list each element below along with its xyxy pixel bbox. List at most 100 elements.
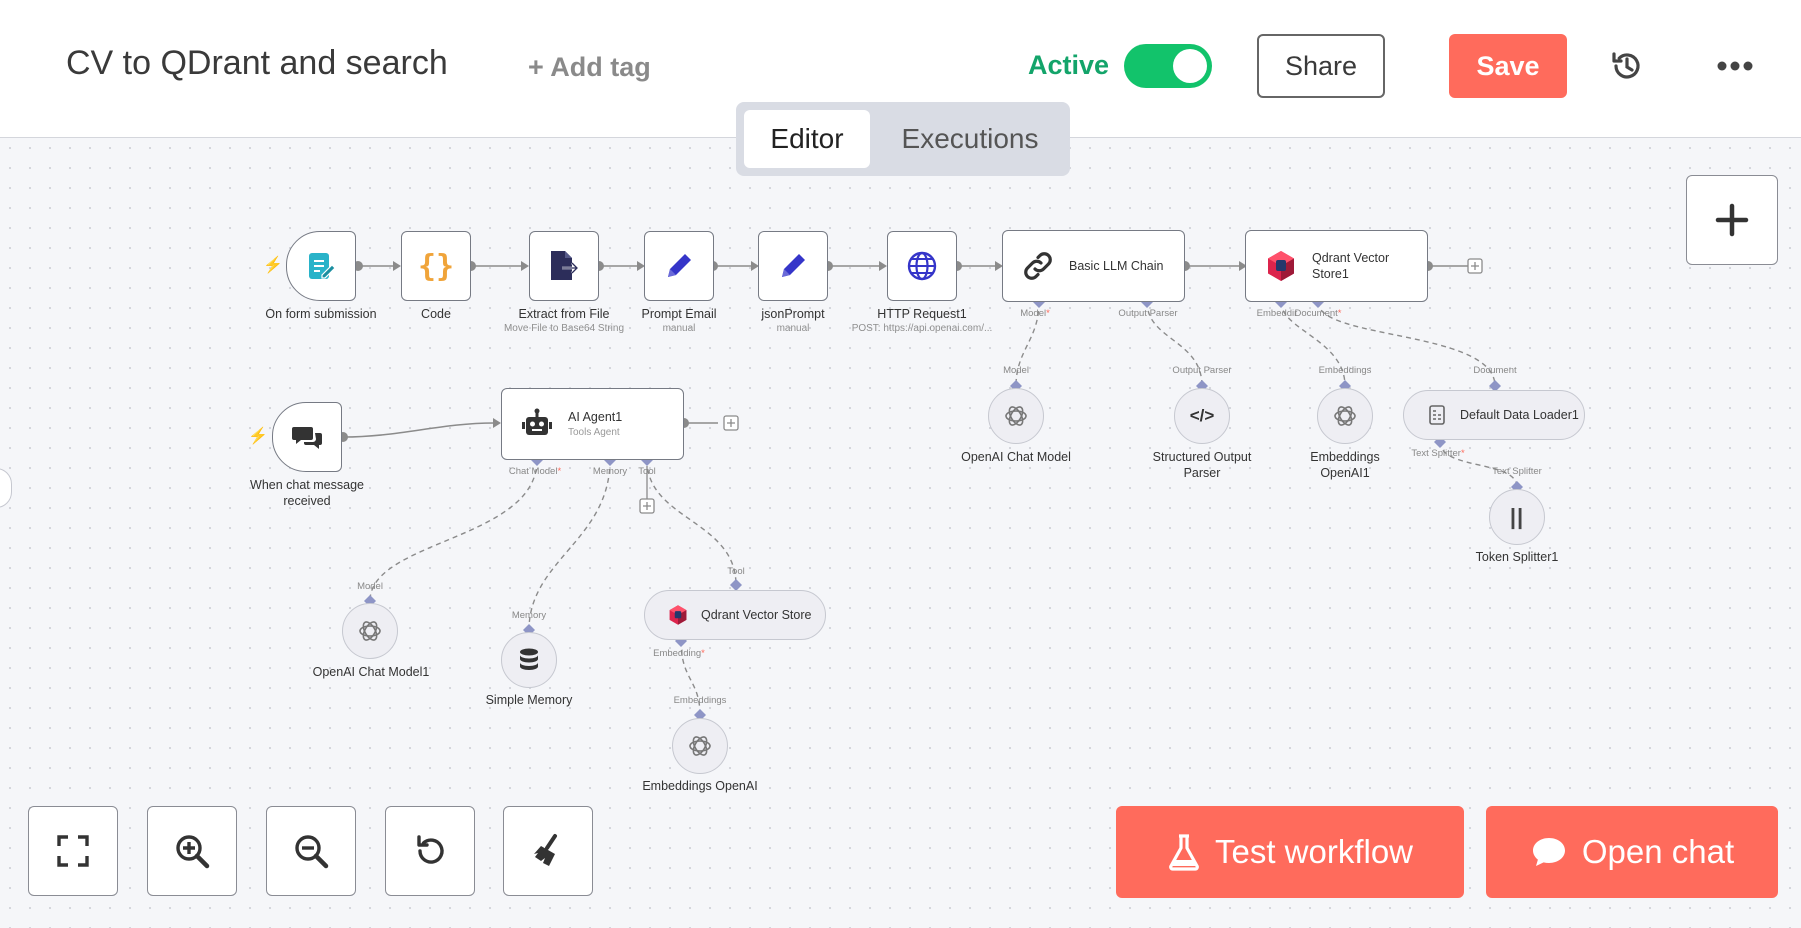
tidy-up-button[interactable] bbox=[503, 806, 593, 896]
more-icon[interactable] bbox=[1715, 52, 1755, 80]
node-label: Prompt Email bbox=[641, 307, 717, 321]
zoom-in-icon bbox=[176, 835, 210, 869]
qdrant-icon bbox=[1268, 251, 1294, 281]
pencil-icon bbox=[668, 254, 691, 277]
active-toggle[interactable] bbox=[1124, 44, 1212, 88]
test-workflow-label: Test workflow bbox=[1214, 833, 1414, 870]
port-label: Memory bbox=[511, 610, 547, 621]
node-subtitle: Tools Agent bbox=[568, 426, 620, 438]
zoom-out-button[interactable] bbox=[266, 806, 356, 896]
reset-zoom-button[interactable] bbox=[385, 806, 475, 896]
port-label-output-parser: Output Parser bbox=[1118, 308, 1178, 319]
node-http-request1[interactable] bbox=[887, 231, 957, 301]
port-label: Output Parser bbox=[1172, 365, 1232, 376]
node-label: Extract from File bbox=[518, 307, 610, 321]
history-icon[interactable] bbox=[1609, 48, 1645, 84]
node-label: OpenAI Chat Model1 bbox=[312, 665, 430, 679]
port-text: Chat Model bbox=[508, 466, 558, 477]
required-mark: * bbox=[557, 466, 562, 477]
trigger-bolt-icon: ⚡ bbox=[248, 428, 268, 445]
robot-icon bbox=[522, 408, 552, 435]
node-label: Token Splitter1 bbox=[1475, 550, 1559, 564]
port-label-embedding: Embeddir bbox=[1256, 308, 1298, 319]
database-icon bbox=[520, 648, 538, 670]
fit-view-button[interactable] bbox=[28, 806, 118, 896]
test-workflow-button[interactable]: Test workflow bbox=[1116, 806, 1464, 898]
node-default-data-loader1[interactable]: Default Data Loader1 bbox=[1403, 390, 1585, 440]
node-structured-output-parser[interactable]: </> bbox=[1174, 388, 1230, 444]
required-mark: * bbox=[701, 648, 705, 659]
add-tag-button[interactable]: + Add tag bbox=[528, 52, 651, 83]
node-title: Basic LLM Chain bbox=[1069, 258, 1164, 273]
node-title-line: Store1 bbox=[1312, 267, 1349, 281]
node-label: jsonPrompt bbox=[761, 307, 825, 321]
code-braces-icon: {} bbox=[417, 248, 455, 284]
node-openai-chat-model[interactable] bbox=[988, 388, 1044, 444]
required-mark: * bbox=[1460, 448, 1465, 459]
port-label: Tool bbox=[727, 566, 745, 577]
share-button[interactable]: Share bbox=[1257, 34, 1385, 98]
flask-icon bbox=[1169, 834, 1199, 871]
node-ai-agent1[interactable]: AI Agent1 Tools Agent bbox=[501, 388, 684, 460]
node-label: OpenAI Chat Model bbox=[961, 450, 1071, 464]
openai-icon bbox=[359, 621, 381, 641]
plus-icon bbox=[1715, 203, 1749, 237]
add-node-button[interactable] bbox=[1686, 175, 1778, 265]
tab-editor[interactable]: Editor bbox=[744, 110, 870, 168]
node-title: AI Agent1 Tools Agent bbox=[568, 409, 622, 438]
globe-icon bbox=[907, 251, 937, 281]
node-embeddings-openai[interactable] bbox=[672, 718, 728, 774]
openai-icon bbox=[689, 736, 711, 756]
node-title-line: AI Agent1 bbox=[568, 410, 623, 425]
node-qdrant-vector-store1[interactable]: Qdrant Vector Store1 bbox=[1245, 230, 1428, 302]
node-simple-memory[interactable] bbox=[501, 632, 557, 688]
port-label-document: Document* bbox=[1294, 308, 1341, 319]
zoom-in-button[interactable] bbox=[147, 806, 237, 896]
active-label: Active bbox=[1028, 50, 1110, 80]
node-title: Qdrant Vector Store1 bbox=[1312, 250, 1389, 283]
node-subtitle: Move File to Base64 String bbox=[503, 323, 625, 334]
node-subtitle: manual bbox=[776, 323, 810, 334]
chat-icon bbox=[292, 427, 322, 449]
node-label: Simple Memory bbox=[485, 693, 573, 707]
node-label-line: Structured Output bbox=[1152, 450, 1252, 464]
node-basic-llm-chain[interactable]: Basic LLM Chain bbox=[1002, 230, 1185, 302]
node-label-line: When chat message bbox=[250, 478, 364, 492]
form-icon bbox=[309, 253, 336, 279]
node-when-chat-message-received[interactable] bbox=[272, 402, 342, 472]
node-qdrant-vector-store[interactable]: Qdrant Vector Store bbox=[644, 590, 826, 640]
broom-icon bbox=[534, 834, 557, 866]
zoom-out-icon bbox=[295, 835, 329, 869]
node-openai-chat-model1[interactable] bbox=[342, 603, 398, 659]
workflow-title[interactable]: CV to QDrant and search bbox=[66, 44, 448, 83]
node-label: Embeddings OpenAI bbox=[642, 779, 758, 793]
node-embeddings-openai1[interactable] bbox=[1317, 388, 1373, 444]
port-label: Document bbox=[1473, 365, 1517, 376]
node-label: On form submission bbox=[265, 307, 377, 321]
pencil-icon bbox=[782, 254, 805, 277]
tab-executions[interactable]: Executions bbox=[876, 110, 1064, 168]
node-extract-from-file[interactable] bbox=[529, 231, 599, 301]
file-export-icon bbox=[551, 251, 579, 280]
node-json-prompt[interactable] bbox=[758, 231, 828, 301]
port-label-embedding: Embedding* bbox=[653, 648, 705, 659]
node-title: Default Data Loader1 bbox=[1460, 408, 1579, 422]
save-button[interactable]: Save bbox=[1449, 34, 1567, 98]
link-icon bbox=[1024, 252, 1052, 280]
node-prompt-email[interactable] bbox=[644, 231, 714, 301]
node-label-line: received bbox=[283, 493, 331, 508]
node-on-form-submission[interactable] bbox=[286, 231, 356, 301]
open-chat-button[interactable]: Open chat bbox=[1486, 806, 1778, 898]
node-label: Code bbox=[421, 307, 451, 321]
port-label-memory: Memory bbox=[592, 466, 628, 477]
port-label-text-splitter: Text Splitter* bbox=[1411, 448, 1464, 459]
node-code[interactable]: {} bbox=[401, 231, 471, 301]
port-label: Text Splitter bbox=[1492, 466, 1542, 477]
required-mark: * bbox=[1046, 308, 1050, 319]
node-subtitle: manual bbox=[662, 323, 696, 334]
port-text: Embedding bbox=[653, 648, 702, 659]
node-label: When chat message received bbox=[250, 478, 364, 509]
port-label: Embeddings bbox=[1318, 365, 1372, 376]
node-token-splitter1[interactable]: || bbox=[1489, 489, 1545, 545]
node-label-line: OpenAI1 bbox=[1320, 465, 1370, 480]
